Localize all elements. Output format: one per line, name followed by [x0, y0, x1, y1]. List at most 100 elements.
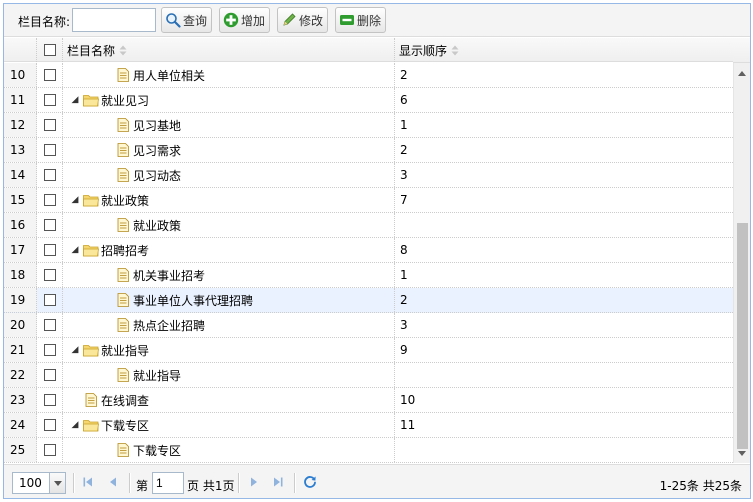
name-cell[interactable]: 在线调查 — [63, 388, 395, 412]
add-button[interactable]: 增加 — [219, 7, 271, 33]
name-cell[interactable]: 见习基地 — [63, 113, 395, 137]
table-row[interactable]: 22 就业指导 — [4, 363, 733, 388]
scrollbar-thumb[interactable] — [737, 223, 748, 449]
first-page-icon[interactable] — [80, 474, 96, 490]
row-checkbox[interactable] — [43, 369, 56, 381]
row-checkbox[interactable] — [43, 219, 56, 231]
pager-divider — [73, 473, 75, 493]
scroll-down-icon[interactable] — [734, 445, 750, 461]
row-checkbox[interactable] — [43, 144, 56, 156]
row-checkbox-cell[interactable] — [37, 438, 63, 462]
row-checkbox-cell[interactable] — [37, 163, 63, 187]
edit-button[interactable]: 修改 — [277, 7, 329, 33]
row-checkbox-cell[interactable] — [37, 338, 63, 362]
row-checkbox[interactable] — [43, 319, 56, 331]
name-cell[interactable]: 热点企业招聘 — [63, 313, 395, 337]
table-row[interactable]: 12 见习基地 1 — [4, 113, 733, 138]
page-number-input[interactable] — [152, 472, 184, 494]
table-row[interactable]: 23 在线调查 10 — [4, 388, 733, 413]
row-checkbox[interactable] — [43, 444, 56, 456]
search-icon — [166, 13, 181, 28]
name-cell[interactable]: ◢ 就业政策 — [63, 188, 395, 212]
display-order: 8 — [400, 243, 408, 257]
table-row[interactable]: 19 事业单位人事代理招聘 2 — [4, 288, 733, 313]
row-checkbox[interactable] — [43, 194, 56, 206]
expand-toggle-icon[interactable]: ◢ — [67, 195, 83, 205]
table-row[interactable]: 16 就业政策 — [4, 213, 733, 238]
row-checkbox[interactable] — [43, 294, 56, 306]
name-cell[interactable]: 见习动态 — [63, 163, 395, 187]
row-checkbox[interactable] — [43, 269, 56, 281]
row-checkbox-cell[interactable] — [37, 388, 63, 412]
query-button[interactable]: 查询 — [161, 7, 213, 33]
expand-toggle-icon[interactable]: ◢ — [67, 345, 83, 355]
category-name: 就业政策 — [101, 193, 150, 208]
name-cell[interactable]: 机关事业招考 — [63, 263, 395, 287]
row-checkbox-cell[interactable] — [37, 263, 63, 287]
display-order: 11 — [400, 418, 416, 432]
name-cell[interactable]: ◢ 招聘招考 — [63, 238, 395, 262]
row-checkbox-cell[interactable] — [37, 113, 63, 137]
name-cell[interactable]: 下载专区 — [63, 438, 395, 462]
table-row[interactable]: 14 见习动态 3 — [4, 163, 733, 188]
row-checkbox[interactable] — [43, 169, 56, 181]
table-row[interactable]: 17 ◢ 招聘招考 8 — [4, 238, 733, 263]
expand-toggle-icon[interactable]: ◢ — [67, 245, 83, 255]
refresh-icon[interactable] — [302, 474, 318, 490]
search-input[interactable] — [72, 8, 156, 32]
table-row[interactable]: 18 机关事业招考 1 — [4, 263, 733, 288]
name-cell[interactable]: 见习需求 — [63, 138, 395, 162]
table-row[interactable]: 10 用人单位相关 2 — [4, 63, 733, 88]
category-name: 就业政策 — [133, 218, 182, 233]
name-cell[interactable]: 就业指导 — [63, 363, 395, 387]
header-column-name[interactable]: 栏目名称 — [63, 38, 395, 62]
display-order: 7 — [400, 193, 408, 207]
name-cell[interactable]: 就业政策 — [63, 213, 395, 237]
last-page-icon[interactable] — [270, 474, 286, 490]
select-all-checkbox[interactable] — [43, 44, 56, 56]
expand-toggle-icon[interactable]: ◢ — [67, 95, 83, 105]
delete-button[interactable]: 删除 — [335, 7, 387, 33]
row-number: 17 — [4, 238, 37, 262]
row-checkbox-cell[interactable] — [37, 413, 63, 437]
name-cell[interactable]: ◢ 就业指导 — [63, 338, 395, 362]
row-checkbox-cell[interactable] — [37, 238, 63, 262]
scroll-up-icon[interactable] — [734, 65, 750, 81]
table-row[interactable]: 25 下载专区 — [4, 438, 733, 463]
row-checkbox-cell[interactable] — [37, 363, 63, 387]
page-size-select[interactable]: 100 — [12, 472, 66, 494]
minus-icon — [340, 15, 354, 25]
table-row[interactable]: 11 ◢ 就业见习 6 — [4, 88, 733, 113]
expand-toggle-icon[interactable]: ◢ — [67, 420, 83, 430]
row-checkbox[interactable] — [43, 394, 56, 406]
row-checkbox-cell[interactable] — [37, 63, 63, 87]
table-row[interactable]: 21 ◢ 就业指导 9 — [4, 338, 733, 363]
name-cell[interactable]: 用人单位相关 — [63, 63, 395, 87]
row-checkbox-cell[interactable] — [37, 213, 63, 237]
table-row[interactable]: 15 ◢ 就业政策 7 — [4, 188, 733, 213]
vertical-scrollbar[interactable] — [733, 63, 750, 463]
header-select-all[interactable] — [37, 38, 63, 62]
row-checkbox[interactable] — [43, 94, 56, 106]
table-row[interactable]: 24 ◢ 下载专区 11 — [4, 413, 733, 438]
row-checkbox[interactable] — [43, 69, 56, 81]
row-checkbox-cell[interactable] — [37, 313, 63, 337]
chevron-down-icon[interactable] — [49, 473, 65, 493]
table-row[interactable]: 13 见习需求 2 — [4, 138, 733, 163]
row-checkbox-cell[interactable] — [37, 138, 63, 162]
next-page-icon[interactable] — [246, 474, 262, 490]
row-checkbox-cell[interactable] — [37, 288, 63, 312]
name-cell[interactable]: 事业单位人事代理招聘 — [63, 288, 395, 312]
row-checkbox[interactable] — [43, 419, 56, 431]
category-name: 在线调查 — [101, 393, 150, 408]
row-checkbox[interactable] — [43, 344, 56, 356]
name-cell[interactable]: ◢ 就业见习 — [63, 88, 395, 112]
name-cell[interactable]: ◢ 下载专区 — [63, 413, 395, 437]
row-checkbox[interactable] — [43, 119, 56, 131]
row-checkbox-cell[interactable] — [37, 88, 63, 112]
row-checkbox-cell[interactable] — [37, 188, 63, 212]
row-checkbox[interactable] — [43, 244, 56, 256]
table-row[interactable]: 20 热点企业招聘 3 — [4, 313, 733, 338]
header-column-order[interactable]: 显示顺序 — [395, 38, 733, 62]
prev-page-icon[interactable] — [105, 474, 121, 490]
